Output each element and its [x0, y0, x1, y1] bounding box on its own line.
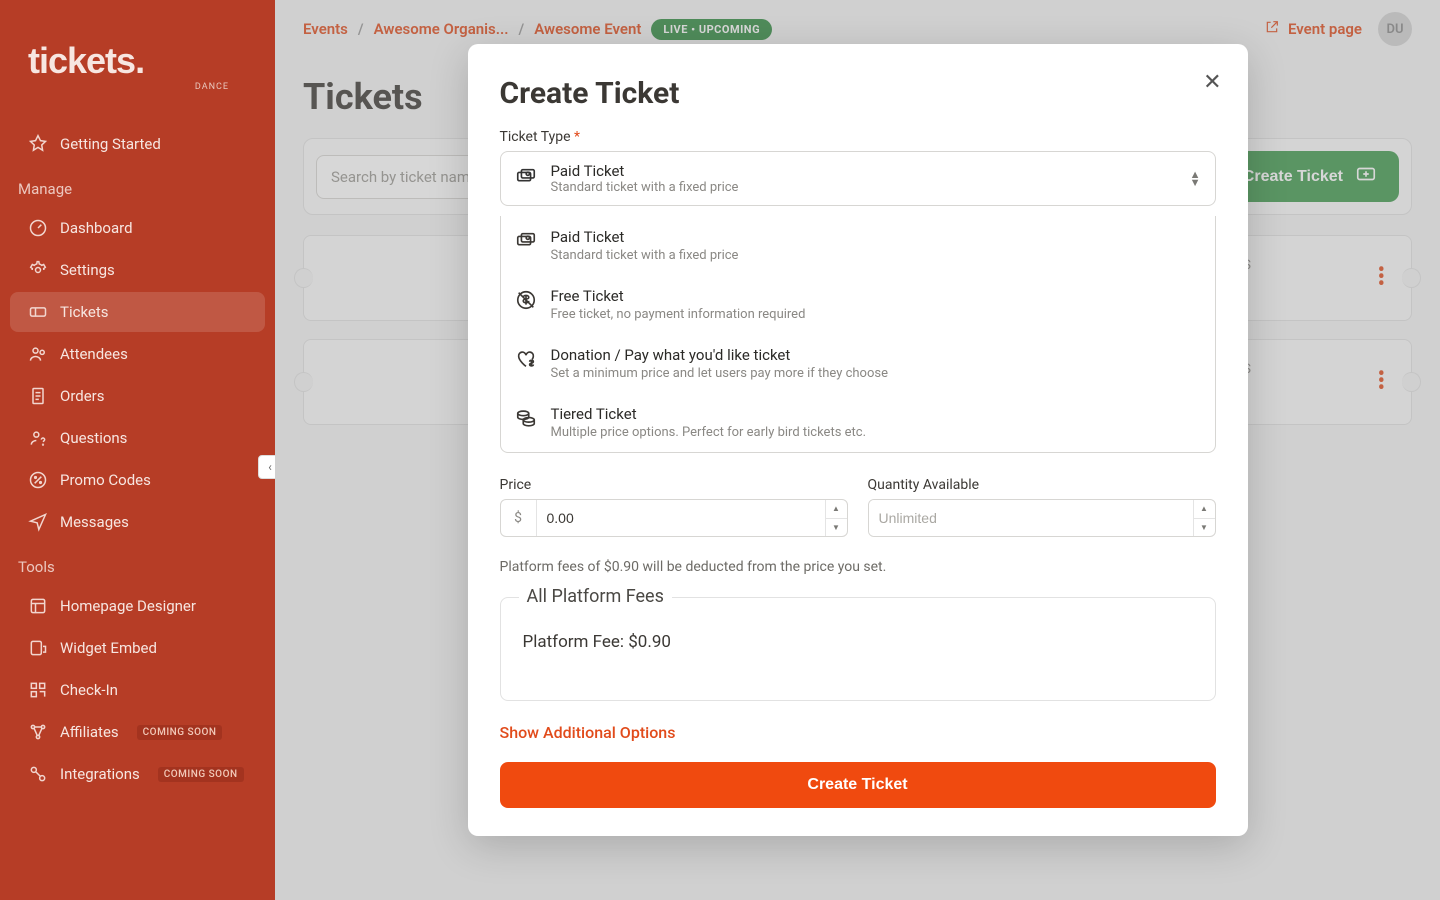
price-label: Price	[500, 477, 848, 493]
sidebar-item-label: Affiliates	[60, 723, 119, 741]
qty-label: Quantity Available	[868, 477, 1216, 493]
sidebar-item-homepage[interactable]: Homepage Designer	[10, 586, 265, 626]
ticket-type-dropdown: Paid TicketStandard ticket with a fixed …	[500, 216, 1216, 453]
sidebar-item-label: Settings	[60, 261, 115, 279]
sidebar-item-settings[interactable]: Settings	[10, 250, 265, 290]
gear-icon	[28, 260, 48, 280]
cash-icon	[515, 230, 537, 256]
selected-option-title: Paid Ticket	[551, 162, 739, 180]
quantity-input[interactable]: ▲▼	[868, 499, 1216, 537]
option-tiered[interactable]: Tiered TicketMultiple price options. Per…	[501, 393, 1215, 452]
main: Events / Awesome Organis... / Awesome Ev…	[275, 0, 1440, 900]
currency-symbol: $	[501, 500, 537, 536]
heart-dollar-icon	[515, 348, 537, 374]
ticket-type-select[interactable]: Paid Ticket Standard ticket with a fixed…	[500, 151, 1216, 206]
option-donation[interactable]: Donation / Pay what you'd like ticketSet…	[501, 334, 1215, 393]
option-free[interactable]: Free TicketFree ticket, no payment infor…	[501, 275, 1215, 334]
quantity-field[interactable]	[869, 500, 1193, 536]
sidebar-item-dashboard[interactable]: Dashboard	[10, 208, 265, 248]
sidebar-item-label: Questions	[60, 429, 127, 447]
sidebar-item-label: Orders	[60, 387, 105, 405]
ticket-type-label: Ticket Type *	[500, 129, 1216, 145]
chevron-updown-icon: ▲▼	[1190, 172, 1201, 186]
sidebar-item-label: Dashboard	[60, 219, 133, 237]
coming-soon-badge: COMING SOON	[137, 725, 223, 740]
ticket-icon	[28, 302, 48, 322]
sidebar-item-checkin[interactable]: Check-In	[10, 670, 265, 710]
sidebar-item-label: Homepage Designer	[60, 597, 196, 615]
create-ticket-modal: Create Ticket ✕ Ticket Type * Paid Ticke…	[468, 44, 1248, 836]
user-question-icon	[28, 428, 48, 448]
sidebar-item-label: Tickets	[60, 303, 109, 321]
sidebar-item-label: Check-In	[60, 681, 118, 699]
layout-icon	[28, 596, 48, 616]
sidebar-item-widget[interactable]: Widget Embed	[10, 628, 265, 668]
selected-option-sub: Standard ticket with a fixed price	[551, 180, 739, 195]
nav-group-manage: Manage	[0, 166, 275, 206]
sidebar-item-label: Promo Codes	[60, 471, 151, 489]
fees-legend: All Platform Fees	[519, 586, 672, 607]
sidebar-item-label: Widget Embed	[60, 639, 157, 657]
sidebar-item-affiliates[interactable]: Affiliates COMING SOON	[10, 712, 265, 752]
sidebar-item-orders[interactable]: Orders	[10, 376, 265, 416]
sidebar-item-promo[interactable]: Promo Codes	[10, 460, 265, 500]
percent-icon	[28, 470, 48, 490]
coming-soon-badge: COMING SOON	[158, 767, 244, 782]
nav-group-tools: Tools	[0, 544, 275, 584]
submit-create-ticket[interactable]: Create Ticket	[500, 762, 1216, 808]
embed-icon	[28, 638, 48, 658]
sidebar-item-getting-started[interactable]: Getting Started	[10, 124, 265, 164]
platform-fee-line: Platform Fee: $0.90	[523, 632, 1193, 652]
sidebar-item-messages[interactable]: Messages	[10, 502, 265, 542]
sidebar-item-tickets[interactable]: Tickets	[10, 292, 265, 332]
sidebar: tickets. DANCE Getting Started Manage Da…	[0, 0, 275, 900]
brand-sub: DANCE	[0, 82, 275, 92]
no-money-icon	[515, 289, 537, 315]
sidebar-item-label: Getting Started	[60, 135, 161, 153]
star-icon	[28, 134, 48, 154]
sidebar-item-label: Attendees	[60, 345, 128, 363]
fees-fieldset: All Platform Fees Platform Fee: $0.90	[500, 597, 1216, 701]
qr-icon	[28, 680, 48, 700]
receipt-icon	[28, 386, 48, 406]
fee-note: Platform fees of $0.90 will be deducted …	[500, 559, 1216, 575]
sidebar-item-questions[interactable]: Questions	[10, 418, 265, 458]
show-additional-options[interactable]: Show Additional Options	[500, 723, 1216, 742]
close-icon[interactable]: ✕	[1203, 70, 1221, 95]
sidebar-item-label: Integrations	[60, 765, 140, 783]
network-icon	[28, 722, 48, 742]
brand-logo: tickets.	[0, 20, 275, 88]
send-icon	[28, 512, 48, 532]
modal-overlay[interactable]: Create Ticket ✕ Ticket Type * Paid Ticke…	[275, 0, 1440, 900]
coins-icon	[515, 407, 537, 433]
option-paid[interactable]: Paid TicketStandard ticket with a fixed …	[501, 216, 1215, 275]
price-stepper[interactable]: ▲▼	[825, 500, 847, 536]
modal-title: Create Ticket	[500, 76, 1216, 111]
quantity-stepper[interactable]: ▲▼	[1193, 500, 1215, 536]
cash-icon	[515, 166, 537, 192]
gauge-icon	[28, 218, 48, 238]
price-input[interactable]: $ ▲▼	[500, 499, 848, 537]
sidebar-item-label: Messages	[60, 513, 129, 531]
plug-icon	[28, 764, 48, 784]
sidebar-item-integrations[interactable]: Integrations COMING SOON	[10, 754, 265, 794]
users-icon	[28, 344, 48, 364]
price-field[interactable]	[537, 500, 825, 536]
sidebar-item-attendees[interactable]: Attendees	[10, 334, 265, 374]
